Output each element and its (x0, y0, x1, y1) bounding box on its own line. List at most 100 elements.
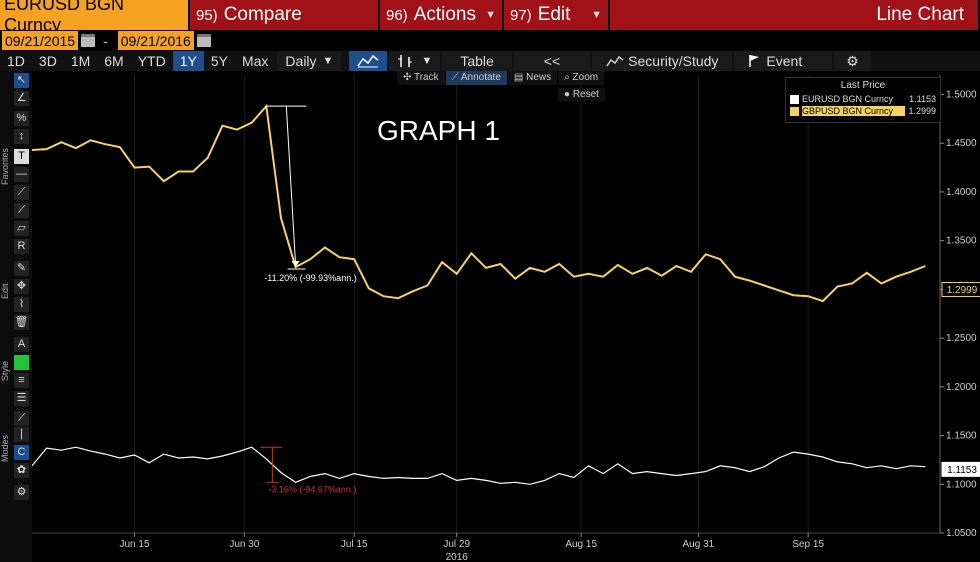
gbpusd-last-price: 1.2999 (947, 285, 978, 296)
price-chart[interactable]: 1.50001.45001.40001.35001.30001.25001.20… (32, 71, 980, 562)
security-study-button[interactable]: Security/Study (592, 51, 733, 71)
period-toolbar: 1D 3D 1M 6M YTD 1Y 5Y Max Daily ▼ ▼ Tabl… (0, 51, 980, 71)
start-date-input[interactable]: 09/21/2015 (2, 31, 79, 50)
period-1d[interactable]: 1D (0, 51, 32, 71)
crosshair-icon[interactable]: ⟋ (14, 411, 29, 426)
gear-icon[interactable]: ⚙ (14, 485, 29, 500)
x-tick-label: Sep 15 (792, 539, 824, 550)
period-1m[interactable]: 1M (64, 51, 97, 71)
reset-label: Reset (572, 89, 599, 100)
security-study-label: Security/Study (628, 53, 719, 69)
line-weight-icon[interactable]: ≡ (14, 373, 29, 388)
x-tick-label: Jun 30 (229, 539, 259, 550)
annotate-tool[interactable]: ⟋ Annotate (445, 71, 507, 85)
frequency-select[interactable]: Daily ▼ (277, 51, 342, 71)
eurusd-last-price: 1.1153 (947, 465, 977, 476)
percent-icon[interactable]: % (14, 111, 29, 126)
actions-number: 96) (386, 7, 408, 24)
terminal-window: EURUSD BGN Curncy 95) Compare 96) Actions… (0, 0, 980, 562)
legend-name: EURUSD BGN Curncy (802, 94, 894, 104)
y-tick-label: 1.2000 (946, 382, 977, 393)
period-max[interactable]: Max (235, 51, 275, 71)
ray-icon[interactable]: ⟋ (14, 203, 29, 218)
gear-icon: ⚙ (846, 52, 859, 69)
edit-label: Edit (537, 4, 571, 25)
pointer-icon[interactable]: ↖ (14, 73, 29, 88)
compare-menu[interactable]: 95) Compare (190, 0, 380, 30)
y-tick-label: 1.3500 (946, 236, 977, 247)
edit-menu[interactable]: 97) Edit ▼ (504, 0, 610, 30)
table-button[interactable]: Table (442, 51, 512, 71)
calendar-icon[interactable] (196, 34, 211, 47)
palette-icon[interactable]: ✿ (14, 463, 29, 478)
bar-chart-button[interactable]: ▼ (389, 51, 441, 71)
eur-drop-annotation: -3.16% (-94.67%ann.) (268, 484, 356, 494)
trash-icon[interactable]: 🗑 (14, 315, 29, 330)
y-tick-label: 1.1500 (946, 431, 977, 442)
x-tick-label: Aug 15 (565, 539, 597, 550)
period-1y[interactable]: 1Y (172, 51, 204, 71)
graph-label: GRAPH 1 (377, 115, 500, 146)
legend-value: 1.2999 (908, 106, 936, 116)
view-name: Line Chart (610, 0, 980, 30)
regression-icon[interactable]: R (14, 239, 29, 254)
year-label: 2016 (446, 552, 469, 562)
legend-value: 1.1153 (909, 94, 936, 104)
ticker-field[interactable]: EURUSD BGN Curncy (0, 0, 190, 35)
period-3d[interactable]: 3D (32, 51, 64, 71)
color-swatch-icon[interactable] (14, 355, 29, 370)
event-button[interactable]: Event (734, 51, 833, 71)
edit-number: 97) (510, 7, 532, 24)
legend-name: GBPUSD BGN Curncy (802, 106, 906, 116)
settings-button[interactable]: ⚙ (834, 51, 871, 71)
y-tick-label: 1.2500 (946, 333, 977, 344)
trend-line-icon[interactable]: ⟋ (14, 185, 29, 200)
sidebar-style-label: Style (0, 361, 10, 382)
chart-canvas: 1.50001.45001.40001.35001.30001.25001.20… (32, 75, 980, 562)
frequency-label: Daily (285, 53, 317, 69)
horizontal-line-icon[interactable]: — (14, 167, 29, 182)
sidebar-favorites-label: Favorites (0, 147, 10, 185)
chevron-down-icon: ▼ (421, 55, 433, 67)
channel-icon[interactable]: ▱ (14, 221, 29, 236)
zoom-tool[interactable]: ⌕ Zoom (558, 71, 605, 85)
sidebar-edit-label: Edit (0, 283, 10, 299)
period-6m[interactable]: 6M (97, 51, 130, 71)
measure-icon[interactable]: ↕ (14, 129, 29, 144)
end-date-input[interactable]: 09/21/2016 (117, 31, 194, 50)
edit-pen-icon[interactable]: ✎ (14, 261, 29, 276)
line-chart-button[interactable] (349, 51, 388, 71)
compare-number: 95) (196, 6, 218, 24)
track-tool[interactable]: ✣ Track (397, 71, 445, 85)
x-tick-label: Aug 31 (683, 539, 715, 550)
flag-icon (749, 55, 760, 67)
magnet-icon[interactable]: ∣ (14, 427, 29, 442)
mode-cycle-icon[interactable]: C (14, 445, 29, 460)
chart-tool-strip: ✣ Track ⟋ Annotate ▤ News ⌕ Zoom (397, 71, 605, 85)
line-style-icon[interactable]: ☰ (14, 391, 29, 406)
move-icon[interactable]: ✥ (14, 279, 29, 294)
zoom-label: Zoom (572, 72, 599, 83)
period-ytd[interactable]: YTD (131, 51, 173, 71)
period-5y[interactable]: 5Y (204, 51, 235, 71)
collapse-button[interactable]: << (513, 51, 591, 71)
pen-icon[interactable]: ∠ (14, 91, 29, 106)
ohlc-bars-icon (398, 55, 413, 67)
y-tick-label: 1.5000 (946, 89, 977, 100)
calendar-icon[interactable] (81, 34, 96, 47)
edit-tool-icon[interactable]: ⌇ (14, 297, 29, 312)
news-tool[interactable]: ▤ News (507, 71, 558, 85)
news-label: News (526, 72, 552, 83)
legend-title: Last Price (840, 80, 886, 91)
legend-item-eurusd[interactable]: EURUSD BGN Curncy 1.1153 (790, 93, 936, 105)
title-bar: EURUSD BGN Curncy 95) Compare 96) Actions… (0, 0, 980, 35)
event-label: Event (766, 53, 803, 69)
text-icon[interactable]: T (14, 149, 29, 164)
reset-button[interactable]: ● Reset (558, 88, 605, 101)
study-chart-icon (606, 55, 624, 67)
y-tick-label: 1.1000 (946, 479, 977, 490)
actions-menu[interactable]: 96) Actions ▼ (380, 0, 504, 30)
font-style-icon[interactable]: A (14, 337, 29, 352)
x-tick-label: Jul 15 (341, 539, 368, 550)
legend-item-gbpusd[interactable]: GBPUSD BGN Curncy 1.2999 (790, 105, 936, 117)
